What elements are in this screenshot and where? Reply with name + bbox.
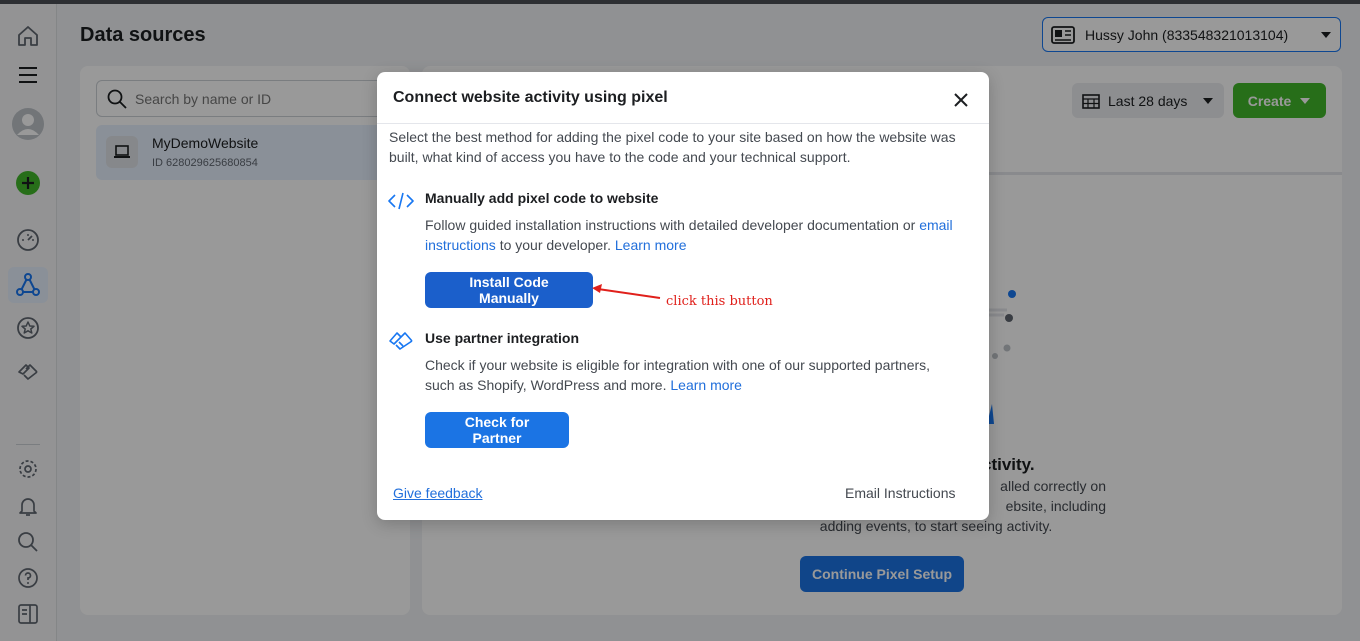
dialog-divider bbox=[377, 123, 989, 124]
learn-more-link[interactable]: Learn more bbox=[615, 237, 687, 253]
email-instructions-button[interactable]: Email Instructions bbox=[845, 485, 955, 501]
dialog-title: Connect website activity using pixel bbox=[393, 89, 668, 106]
install-code-manually-button[interactable]: Install Code Manually bbox=[425, 272, 593, 308]
annotation-text: click this button bbox=[666, 294, 773, 309]
partner-option-description: Check if your website is eligible for in… bbox=[425, 355, 955, 395]
dialog-intro-text: Select the best method for adding the pi… bbox=[389, 129, 956, 165]
manual-option-description: Follow guided installation instructions … bbox=[425, 215, 955, 255]
manual-desc-text: Follow guided installation instructions … bbox=[425, 217, 920, 233]
manual-option-title: Manually add pixel code to website bbox=[425, 190, 659, 206]
manual-desc-text-2: to your developer. bbox=[495, 237, 615, 253]
annotation-arrow bbox=[592, 284, 661, 299]
code-icon bbox=[388, 192, 414, 210]
partner-handshake-icon bbox=[389, 332, 413, 350]
give-feedback-link[interactable]: Give feedback bbox=[393, 485, 483, 501]
partner-option-title: Use partner integration bbox=[425, 330, 580, 346]
check-for-partner-button[interactable]: Check for Partner bbox=[425, 412, 569, 448]
close-icon[interactable] bbox=[949, 88, 973, 112]
learn-more-link[interactable]: Learn more bbox=[670, 377, 742, 393]
